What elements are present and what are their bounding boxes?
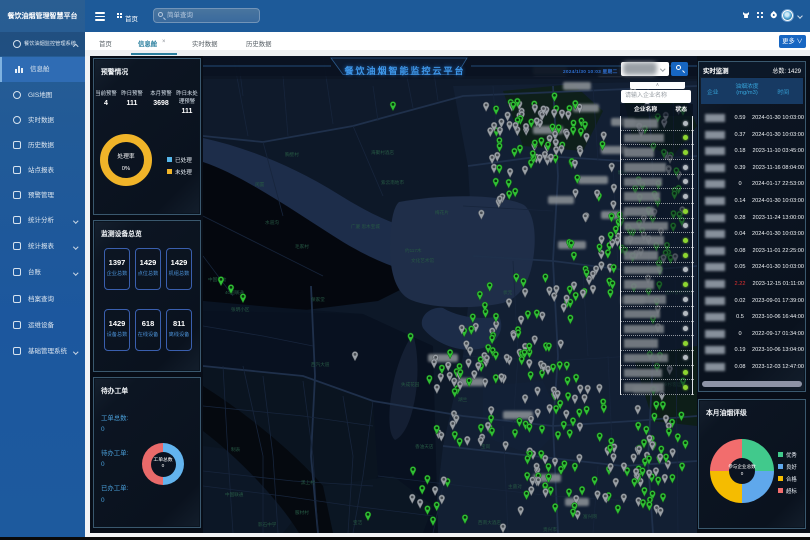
svg-text:香油天店: 香油天店: [415, 443, 434, 450]
svg-text:失成花园: 失成花园: [401, 381, 420, 388]
svg-text:富兴网: 富兴网: [583, 513, 597, 520]
svg-text:贵兴市: 贵兴市: [543, 526, 557, 533]
svg-text:张明小区: 张明小区: [231, 306, 250, 313]
svg-text:海聚村酒店: 海聚村酒店: [371, 149, 394, 156]
svg-text:闲置: 闲置: [255, 181, 265, 188]
svg-text:毛家村: 毛家村: [295, 243, 309, 249]
svg-text:紫云南地市: 紫云南地市: [381, 179, 404, 186]
svg-text:西汽大道: 西汽大道: [311, 361, 330, 368]
svg-text:西南大酒店: 西南大酒店: [478, 519, 501, 526]
svg-text:广厦 思木宝城: 广厦 思木宝城: [351, 223, 380, 230]
svg-text:宝岗: 宝岗: [481, 443, 491, 449]
svg-text:制表: 制表: [231, 446, 241, 453]
svg-text:约117木: 约117木: [405, 247, 422, 254]
svg-text:梅花片: 梅花片: [435, 209, 449, 216]
svg-text:服材村: 服材村: [295, 509, 309, 516]
svg-text:胸壁村: 胸壁村: [285, 151, 299, 158]
svg-text:主菌对: 主菌对: [508, 483, 522, 490]
svg-text:黑上村: 黑上村: [301, 479, 315, 486]
svg-text:宝洁: 宝洁: [353, 519, 363, 526]
svg-text:状元: 状元: [503, 289, 513, 296]
svg-text:保家堂: 保家堂: [311, 296, 325, 303]
svg-text:中国联通: 中国联通: [225, 491, 244, 498]
svg-text:影石中学: 影石中学: [258, 521, 277, 528]
svg-text:水道沟: 水道沟: [265, 219, 279, 226]
svg-text:文化艺术馆: 文化艺术馆: [411, 257, 434, 264]
svg-text:湖兰: 湖兰: [458, 396, 468, 403]
